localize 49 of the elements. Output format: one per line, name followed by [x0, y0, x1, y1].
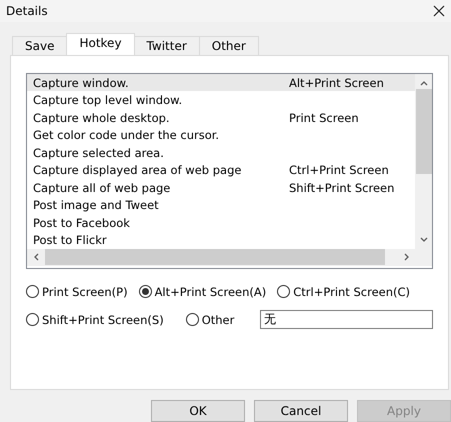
scroll-thumb[interactable]: [45, 249, 385, 266]
hotkey-text: Print Screen: [289, 110, 359, 125]
list-row[interactable]: Capture whole desktop. Print Screen: [27, 108, 415, 126]
list-row[interactable]: Capture displayed area of web page Ctrl+Print Screen: [27, 161, 415, 179]
window-title: Details: [6, 4, 48, 18]
radio-button[interactable]: [186, 313, 199, 326]
dialog-button[interactable]: Cancel: [254, 400, 348, 422]
scroll-down-icon[interactable]: [420, 236, 428, 243]
tab[interactable]: Hotkey: [66, 32, 135, 55]
radio-button[interactable]: [277, 285, 290, 298]
radio-option[interactable]: Print Screen(P): [26, 284, 128, 299]
list-item[interactable]: Capture top level window.: [33, 93, 289, 108]
radio-button[interactable]: [26, 313, 39, 326]
radio-option[interactable]: Other: [186, 312, 234, 327]
radio-button[interactable]: [26, 285, 39, 298]
list-item[interactable]: Capture whole desktop.: [33, 110, 289, 125]
list-row[interactable]: Post to Flickr: [27, 231, 415, 249]
list-row[interactable]: Post to Facebook: [27, 214, 415, 232]
list-item[interactable]: Get color code under the cursor.: [33, 128, 289, 142]
hotkey-text: Alt+Print Screen: [289, 76, 384, 90]
scroll-thumb[interactable]: [416, 88, 432, 174]
list-row[interactable]: Capture all of web page Shift+Print Screen: [27, 178, 415, 196]
dialog-button[interactable]: OK: [151, 400, 245, 422]
scroll-up-icon[interactable]: [420, 80, 428, 86]
radio-button[interactable]: [138, 285, 152, 298]
list-row[interactable]: Get color code under the cursor.: [27, 126, 415, 144]
list-item[interactable]: Capture all of web page: [33, 180, 289, 195]
hotkey-text: Ctrl+Print Screen: [289, 163, 389, 178]
list-item[interactable]: Post image and Tweet: [33, 198, 289, 212]
vertical-scrollbar[interactable]: [415, 74, 432, 249]
tab[interactable]: Save: [12, 36, 68, 55]
list-row[interactable]: Capture window. Alt+Print Screen: [27, 74, 415, 92]
radio-option[interactable]: Alt+Print Screen(A): [138, 284, 266, 299]
scroll-right-icon[interactable]: [404, 253, 410, 262]
list-item[interactable]: Capture displayed area of web page: [33, 163, 289, 178]
radio-option[interactable]: Ctrl+Print Screen(C): [277, 284, 410, 299]
list-item[interactable]: Capture window.: [33, 76, 289, 90]
close-icon[interactable]: [433, 4, 445, 17]
scroll-left-icon[interactable]: [33, 253, 39, 262]
radio-option[interactable]: Shift+Print Screen(S): [26, 312, 164, 327]
input-field[interactable]: 无: [260, 310, 433, 330]
list-row[interactable]: Capture top level window.: [27, 91, 415, 109]
list-row[interactable]: Post image and Tweet: [27, 196, 415, 214]
tab[interactable]: Other: [198, 36, 259, 55]
list-item[interactable]: Capture selected area.: [33, 146, 289, 160]
hotkey-text: Shift+Print Screen: [289, 180, 394, 195]
list-row[interactable]: Capture selected area.: [27, 144, 415, 162]
list-item[interactable]: Post to Flickr: [33, 233, 289, 248]
list-item[interactable]: Post to Facebook: [33, 216, 289, 230]
